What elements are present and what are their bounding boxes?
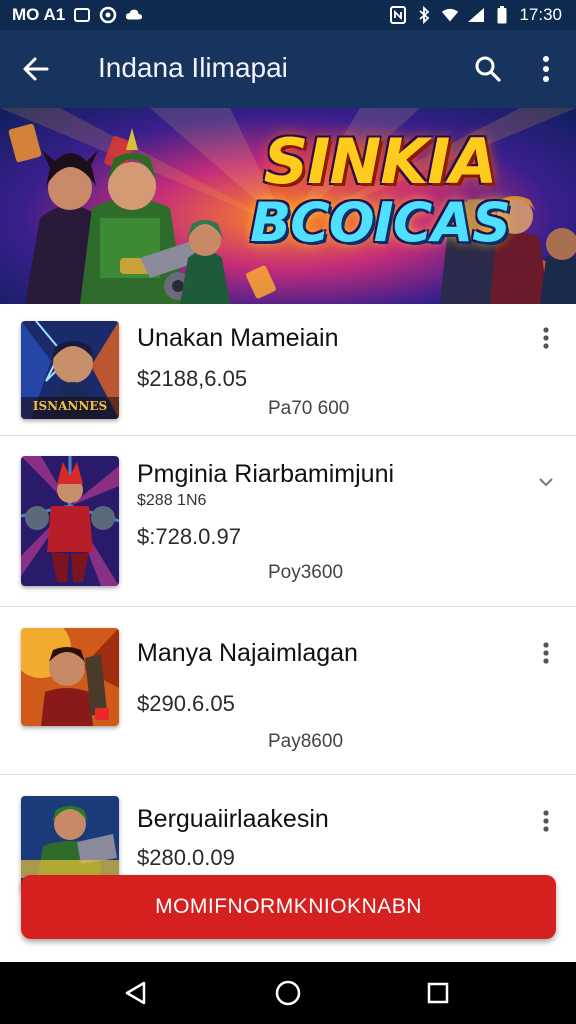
item-pay: Pa70 600 bbox=[268, 398, 350, 419]
item-menu-button[interactable] bbox=[532, 639, 560, 667]
more-vert-icon bbox=[543, 56, 549, 82]
status-time: 17:30 bbox=[519, 5, 562, 24]
item-price: $:728.0.97 bbox=[137, 524, 241, 549]
list-item[interactable]: ISNANNES Unakan Mameiain $2188,6.05 Pa70… bbox=[0, 304, 576, 436]
nav-home-button[interactable] bbox=[268, 973, 308, 1013]
item-thumbnail bbox=[21, 628, 119, 726]
back-triangle-icon bbox=[125, 981, 146, 1005]
list-item[interactable]: Pmginia Riarbamimjuni $288 1N6 $:728.0.9… bbox=[0, 436, 576, 607]
nfc-icon bbox=[389, 6, 407, 24]
item-menu-button[interactable] bbox=[532, 324, 560, 352]
bluetooth-icon bbox=[415, 6, 433, 24]
nav-recents-button[interactable] bbox=[418, 973, 458, 1013]
primary-action-button[interactable]: MOMIFNORMKNIOKNABN bbox=[21, 875, 556, 939]
battery-icon bbox=[493, 6, 511, 24]
item-pay: Pay8600 bbox=[268, 731, 344, 752]
item-title: Berguaiirlaakesin bbox=[137, 805, 329, 833]
promo-banner[interactable]: SINKIA BCOICAS bbox=[0, 108, 576, 304]
more-vert-icon bbox=[543, 810, 549, 832]
more-vert-icon bbox=[543, 327, 549, 349]
cloud-icon bbox=[125, 6, 143, 24]
banner-title-line1: SINKIA bbox=[263, 125, 498, 198]
item-thumbnail: ISNANNES bbox=[21, 321, 119, 419]
item-price: $290.6.05 bbox=[137, 691, 235, 716]
page-title: Indana Ilimapai bbox=[98, 52, 288, 83]
back-arrow-icon bbox=[23, 57, 49, 81]
item-menu-button[interactable] bbox=[532, 807, 560, 835]
home-circle-icon bbox=[275, 980, 301, 1006]
banner-title: SINKIA BCOICAS bbox=[200, 130, 560, 252]
item-pay: Poy3600 bbox=[268, 562, 344, 583]
status-bar: MO A1 17:30 bbox=[0, 0, 576, 30]
thumb-caption: ISNANNES bbox=[32, 399, 108, 413]
search-icon bbox=[475, 56, 501, 82]
banner-title-line2: BCOICAS bbox=[249, 191, 511, 254]
item-expand-button[interactable] bbox=[532, 468, 560, 496]
more-vert-icon bbox=[543, 642, 549, 664]
status-carrier-text: MO A1 bbox=[12, 5, 66, 24]
back-button[interactable] bbox=[14, 47, 58, 91]
overflow-menu-button[interactable] bbox=[524, 47, 568, 91]
item-price: $280.0.09 bbox=[137, 845, 235, 870]
item-price: $2188,6.05 bbox=[137, 366, 248, 391]
item-title: Manya Najaimlagan bbox=[137, 639, 358, 667]
list-item[interactable]: Manya Najaimlagan $290.6.05 Pay8600 bbox=[0, 607, 576, 775]
item-thumbnail bbox=[21, 456, 119, 586]
system-nav-bar bbox=[0, 962, 576, 1024]
recents-square-icon bbox=[427, 982, 449, 1004]
app-bar: Indana Ilimapai bbox=[0, 30, 576, 108]
item-title: Unakan Mameiain bbox=[137, 324, 339, 352]
signal-icon bbox=[467, 6, 485, 24]
chevron-down-icon bbox=[539, 478, 553, 487]
search-button[interactable] bbox=[466, 47, 510, 91]
item-title: Pmginia Riarbamimjuni bbox=[137, 460, 395, 488]
notification-box-icon bbox=[73, 6, 91, 24]
wifi-icon bbox=[441, 6, 459, 24]
item-subtitle: $288 1N6 bbox=[137, 492, 207, 509]
data-saver-icon bbox=[99, 6, 117, 24]
nav-back-button[interactable] bbox=[116, 973, 156, 1013]
